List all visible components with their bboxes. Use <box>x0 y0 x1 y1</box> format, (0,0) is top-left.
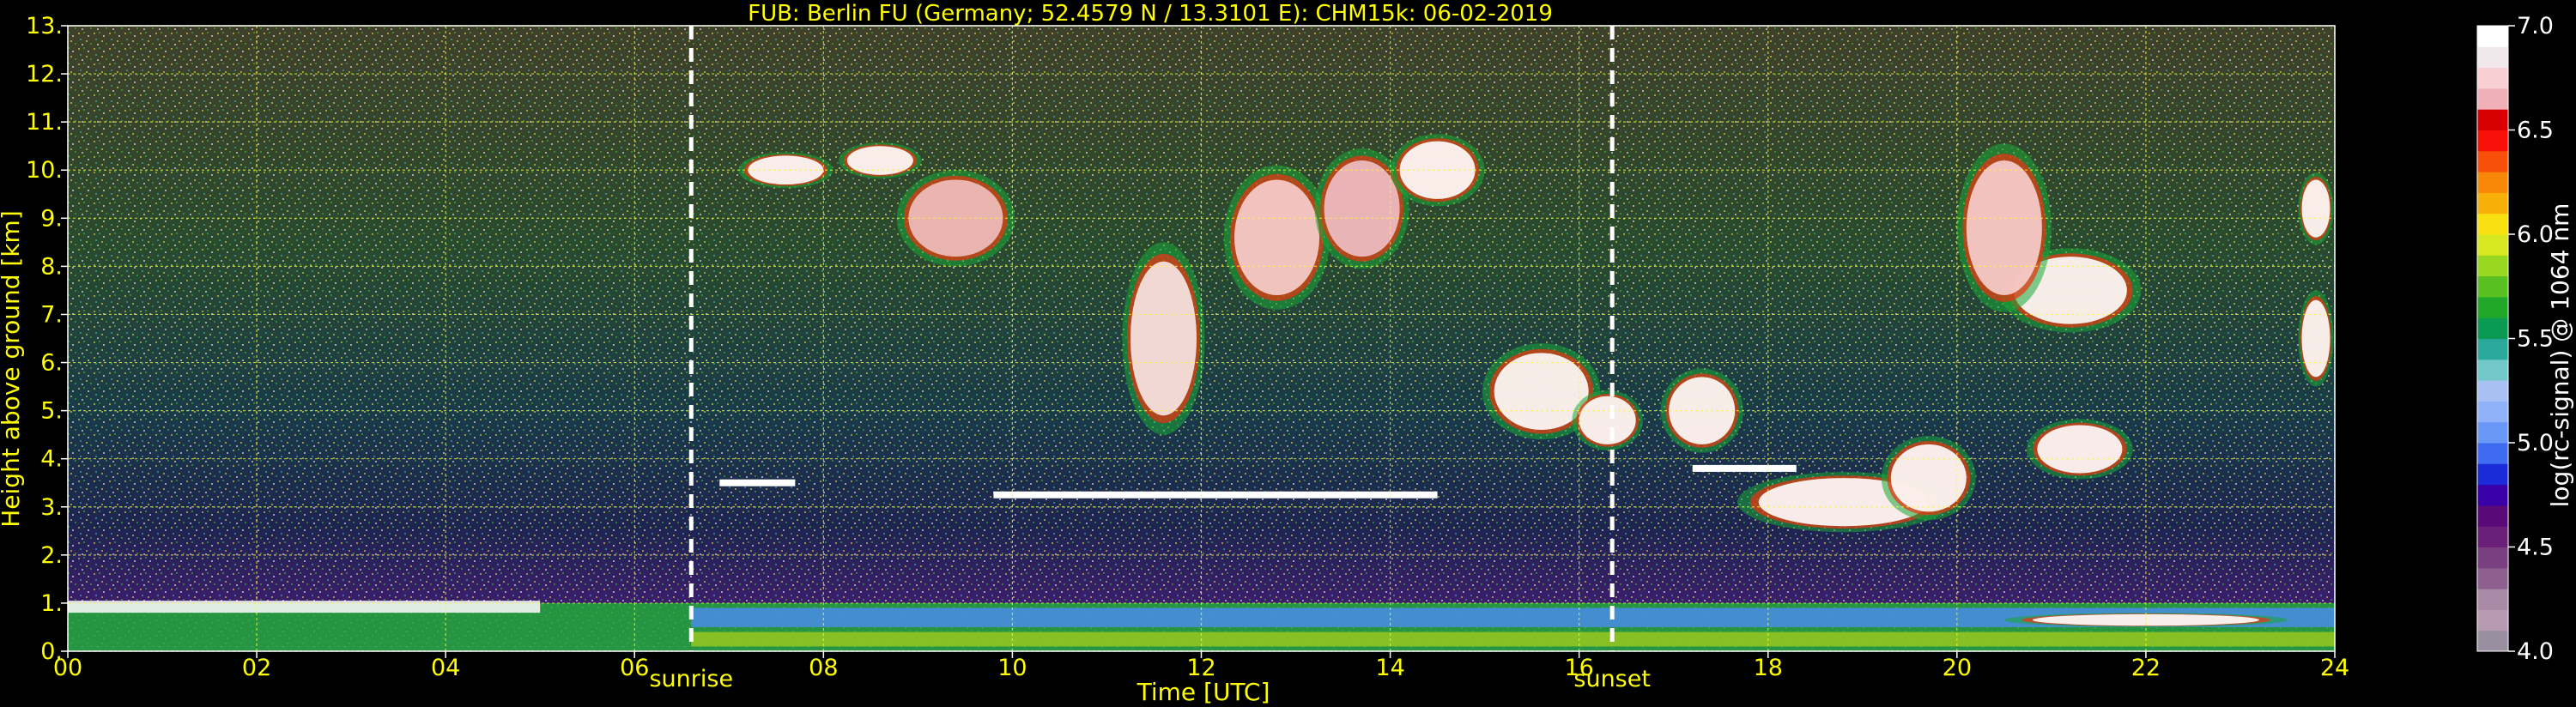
colorbar-tick-label: 7.0 <box>2517 13 2554 39</box>
y-tick-label: 2. <box>40 542 63 569</box>
cloud-core <box>2301 179 2331 238</box>
colorbar-segment <box>2477 213 2508 235</box>
cloud-core <box>1966 160 2042 296</box>
cloud-core <box>2301 299 2331 378</box>
colorbar-segment <box>2477 109 2508 130</box>
colorbar: 4.04.55.05.56.06.57.0 <box>2476 13 2554 665</box>
colorbar-segment <box>2477 275 2508 298</box>
y-tick-label: 9. <box>40 205 63 232</box>
cloud-core <box>1324 160 1400 257</box>
colorbar-segment <box>2477 296 2508 318</box>
cloud-core <box>1234 179 1320 296</box>
colorbar-segment <box>2477 421 2508 444</box>
colorbar-segment <box>2477 484 2508 506</box>
colorbar-tick-label: 6.5 <box>2517 118 2554 144</box>
y-tick-label: 0. <box>40 638 63 665</box>
y-tick-label: 5. <box>40 398 63 425</box>
y-axis-label: Height above ground [km] <box>0 210 25 528</box>
colorbar-tick-label: 4.5 <box>2517 535 2554 561</box>
x-tick-label: 06 <box>620 655 649 681</box>
x-tick-label: 22 <box>2131 655 2161 681</box>
colorbar-segment <box>2477 255 2508 277</box>
colorbar-segment <box>2477 526 2508 547</box>
y-tick-label: 10. <box>26 157 63 184</box>
ceilometer-chart: sunrise sunset 00 02 04 06 08 10 12 14 16 18 20 22 24… <box>0 1 2574 706</box>
colorbar-segment <box>2477 234 2508 256</box>
cloud-core <box>1890 444 1967 512</box>
cloud-core <box>1579 396 1636 444</box>
colorbar-segment <box>2477 443 2508 464</box>
y-axis-ticks: 0. 1. 2. 3. 4. 5. 6. 7. 8. 9. 10. 11. 12. 13. <box>26 13 68 665</box>
x-axis-label: Time [UTC] <box>1136 678 1270 706</box>
colorbar-segment <box>2477 630 2508 652</box>
colorbar-segment <box>2477 359 2508 381</box>
colorbar-segment <box>2477 172 2508 193</box>
x-axis-ticks: 00 02 04 06 08 10 12 14 16 18 20 22 24 <box>53 651 2349 681</box>
y-tick-label: 7. <box>40 301 63 328</box>
x-tick-label: 02 <box>242 655 271 681</box>
y-tick-label: 3. <box>40 494 63 521</box>
x-tick-label: 04 <box>431 655 460 681</box>
x-tick-label: 24 <box>2320 655 2349 681</box>
colorbar-label: log(rc-signal) @ 1064 nm <box>2546 203 2574 508</box>
x-tick-label: 18 <box>1754 655 1783 681</box>
y-tick-label: 13. <box>26 13 63 39</box>
colorbar-segment <box>2477 401 2508 423</box>
colorbar-segment <box>2477 192 2508 215</box>
y-tick-label: 11. <box>26 109 63 136</box>
colorbar-segment <box>2477 317 2508 339</box>
event-label: sunrise <box>649 666 733 692</box>
cloud-layer <box>719 479 796 486</box>
x-tick-label: 20 <box>1943 655 1972 681</box>
colorbar-segment <box>2477 463 2508 486</box>
y-tick-label: 12. <box>26 61 63 88</box>
colorbar-segment <box>2477 67 2508 89</box>
cloud-core <box>1130 261 1197 416</box>
colorbar-segment <box>2477 380 2508 402</box>
colorbar-segment <box>2477 88 2508 110</box>
x-tick-label: 10 <box>997 655 1027 681</box>
colorbar-segment <box>2477 26 2508 47</box>
aerosol-band <box>691 631 2335 647</box>
colorbar-segment <box>2477 46 2508 69</box>
colorbar-segment <box>2477 505 2508 527</box>
cloud-core <box>2037 425 2123 474</box>
colorbar-tick-label: 4.0 <box>2517 638 2554 665</box>
x-tick-label: 16 <box>1564 655 1593 681</box>
chart-title: FUB: Berlin FU (Germany; 52.4579 N / 13.… <box>748 1 1553 27</box>
y-tick-label: 4. <box>40 446 63 473</box>
y-tick-label: 1. <box>40 590 63 617</box>
colorbar-segment <box>2477 130 2508 152</box>
cloud-layer <box>993 491 1438 499</box>
colorbar-segment <box>2477 589 2508 610</box>
colorbar-segment <box>2477 567 2508 589</box>
colorbar-segment <box>2477 609 2508 631</box>
colorbar-segment <box>2477 150 2508 172</box>
x-tick-label: 14 <box>1375 655 1404 681</box>
y-tick-label: 8. <box>40 253 63 280</box>
cloud-layer <box>1692 464 1797 472</box>
aerosol-band <box>68 601 541 613</box>
x-tick-label: 08 <box>809 655 838 681</box>
colorbar-segment <box>2477 338 2508 360</box>
colorbar-segment <box>2477 547 2508 569</box>
y-tick-label: 6. <box>40 350 63 377</box>
